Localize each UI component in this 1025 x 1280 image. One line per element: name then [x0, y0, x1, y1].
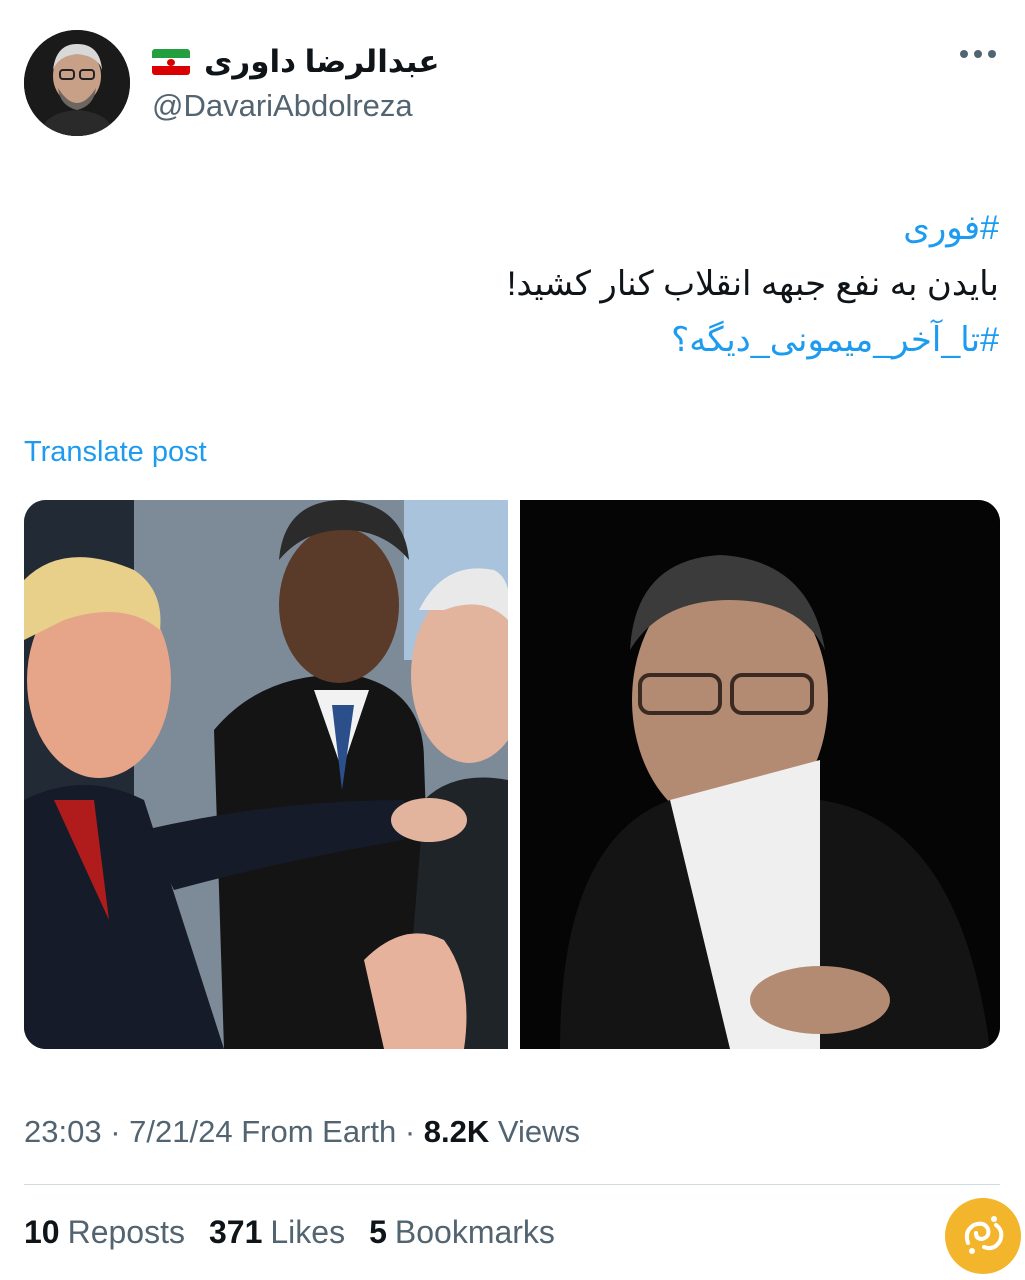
reposts-stat[interactable]: 10 Reposts [24, 1214, 185, 1251]
tweet-time[interactable]: 23:03 [24, 1114, 102, 1149]
iran-flag-icon [152, 49, 190, 75]
tweet-source: From Earth [241, 1114, 397, 1149]
tweet-meta: 23:03 · 7/21/24 From Earth · 8.2K Views [24, 1114, 580, 1150]
bookmarks-label: Bookmarks [394, 1214, 555, 1250]
avatar[interactable] [24, 30, 130, 136]
views-label: Views [497, 1114, 581, 1149]
hashtag-link[interactable]: #فوری [99, 200, 999, 256]
display-name[interactable]: عبدالرضا داوری [204, 44, 440, 80]
name-row: عبدالرضا داوری [152, 44, 440, 80]
likes-label: Likes [270, 1214, 346, 1250]
media-image-politicians[interactable] [24, 500, 508, 1049]
media-image-man-speaking[interactable] [520, 500, 1000, 1049]
likes-count: 371 [208, 1214, 263, 1250]
reposts-label: Reposts [67, 1214, 185, 1250]
user-handle[interactable]: @DavariAbdolreza [152, 88, 413, 124]
more-options-icon[interactable] [960, 50, 996, 58]
watermark-logo-icon [945, 1198, 1021, 1274]
tweet-body: بایدن به نفع جبهه انقلاب کنار کشید! [506, 265, 999, 303]
media-grid [24, 500, 1000, 1049]
likes-stat[interactable]: 371 Likes [209, 1214, 345, 1251]
views-count: 8.2K [423, 1114, 490, 1149]
reposts-count: 10 [24, 1214, 60, 1250]
bookmarks-stat[interactable]: 5 Bookmarks [369, 1214, 555, 1251]
tweet-text: #فوری بایدن به نفع جبهه انقلاب کنار کشید… [99, 200, 999, 368]
divider [24, 1184, 1000, 1185]
tweet-header: عبدالرضا داوری @DavariAbdolreza [24, 30, 1004, 140]
translate-post-link[interactable]: Translate post [24, 436, 207, 469]
bookmarks-count: 5 [369, 1214, 387, 1250]
tweet-date[interactable]: 7/21/24 [129, 1114, 232, 1149]
engagement-stats: 10 Reposts 371 Likes 5 Bookmarks [24, 1214, 555, 1251]
meta-separator: · [404, 1114, 424, 1149]
meta-separator: · [110, 1114, 130, 1149]
hashtag-link[interactable]: #تا_آخر_میمونی_دیگه؟ [99, 312, 999, 368]
